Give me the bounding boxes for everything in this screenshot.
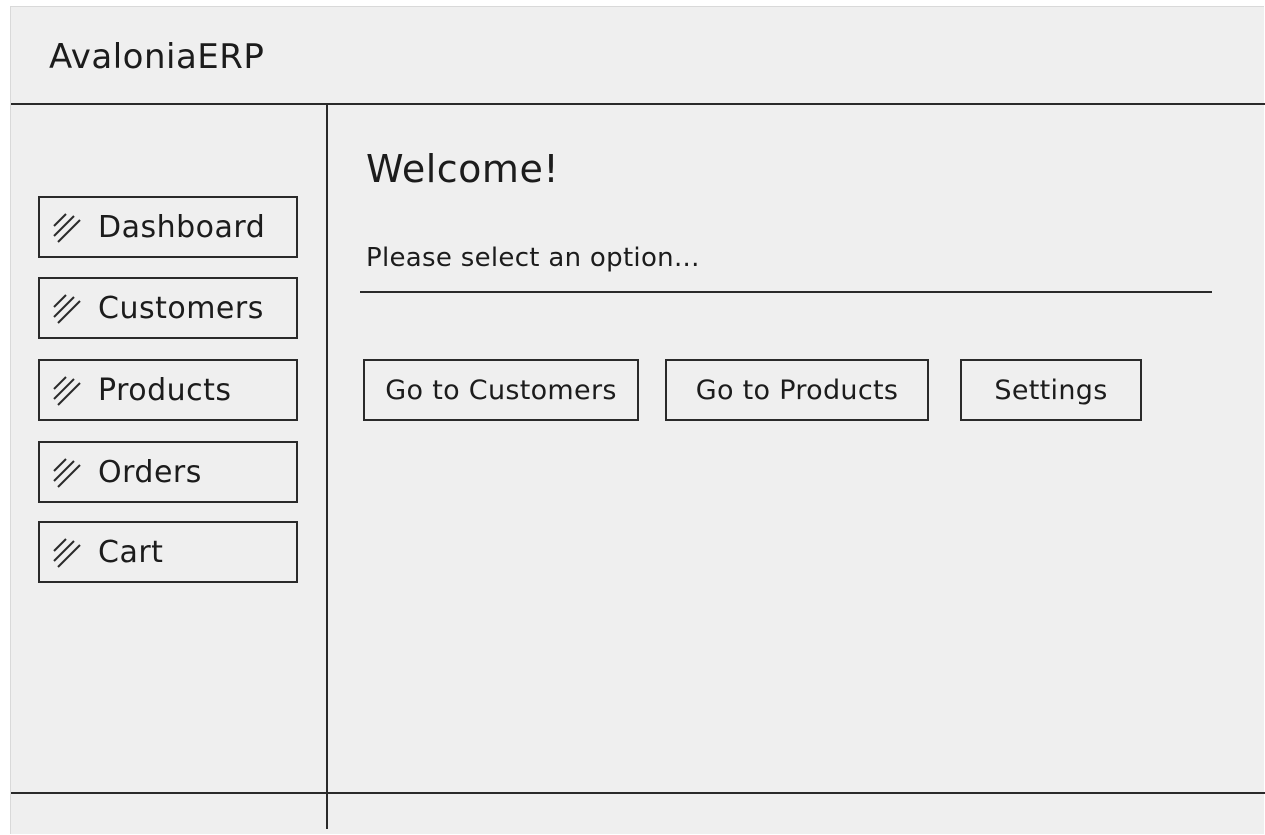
app-window: AvaloniaERP Dashboard Customers Products… [10,6,1265,834]
go-to-customers-button[interactable]: Go to Customers [363,359,639,421]
sidebar-divider [326,105,328,829]
hatch-icon [53,458,81,488]
go-to-products-button[interactable]: Go to Products [665,359,929,421]
sidebar-item-customers[interactable]: Customers [38,277,298,339]
sidebar-item-products[interactable]: Products [38,359,298,421]
sidebar-item-orders[interactable]: Orders [38,441,298,503]
sidebar-item-cart[interactable]: Cart [38,521,298,583]
page-title: Welcome! [366,147,560,191]
prompt-underline [360,291,1212,293]
sidebar-item-label: Customers [98,290,264,326]
sidebar-item-dashboard[interactable]: Dashboard [38,196,298,258]
footer-divider [11,792,1265,794]
sidebar-item-label: Products [98,372,232,408]
sidebar-item-label: Cart [98,534,164,570]
settings-button[interactable]: Settings [960,359,1142,421]
hatch-icon [53,213,81,243]
hatch-icon [53,376,81,406]
hatch-icon [53,294,81,324]
header-divider [11,103,1265,105]
prompt-text: Please select an option... [366,243,700,273]
app-title: AvaloniaERP [49,37,265,77]
sidebar-item-label: Orders [98,454,202,490]
hatch-icon [53,538,81,568]
sidebar-item-label: Dashboard [98,209,266,245]
